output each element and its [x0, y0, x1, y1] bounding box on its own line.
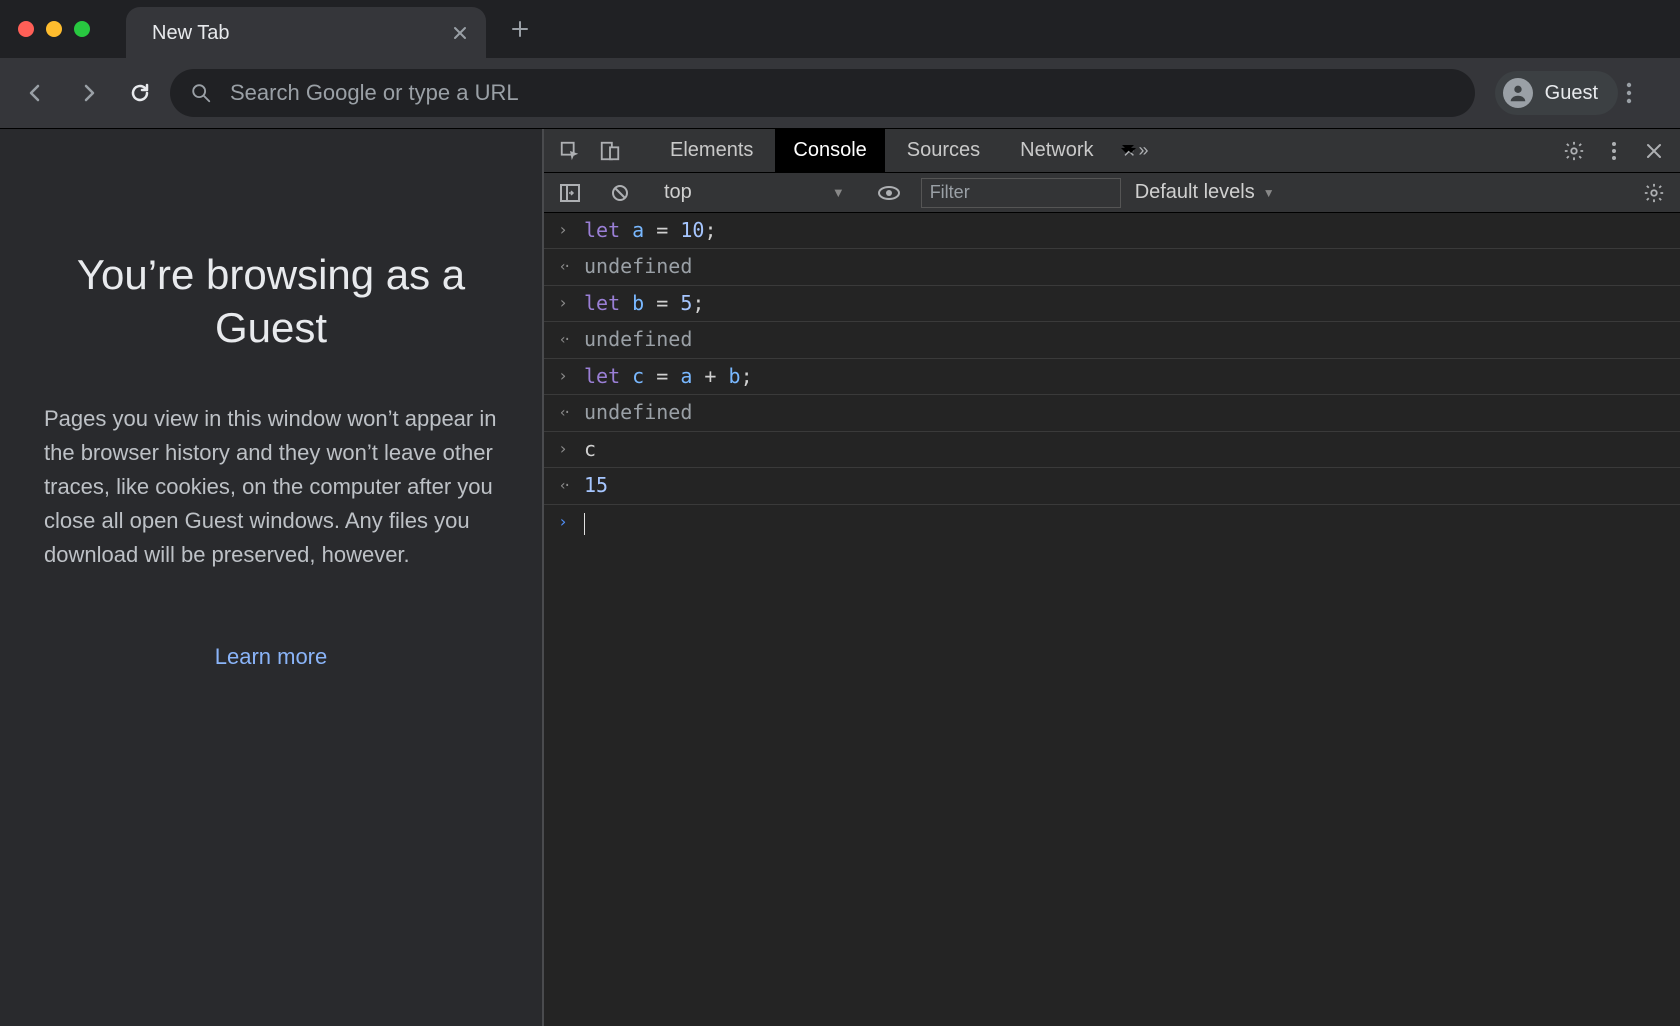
output-arrow-icon [554, 472, 572, 499]
window-controls [18, 21, 90, 37]
devtools-menu-icon[interactable] [1596, 133, 1632, 169]
close-tab-button[interactable] [452, 25, 468, 41]
profile-label: Guest [1545, 82, 1598, 105]
window-titlebar: New Tab [0, 0, 1680, 58]
forward-button[interactable] [66, 71, 110, 115]
output-arrow-icon [554, 253, 572, 280]
browser-toolbar: Guest [0, 58, 1680, 128]
console-input-row: let b = 5; [544, 286, 1680, 322]
close-window-button[interactable] [18, 21, 34, 37]
output-arrow-icon [554, 399, 572, 426]
console-code: let c = a + b; [584, 363, 753, 389]
console-code: c [584, 436, 596, 462]
context-label: top [664, 181, 692, 204]
page-title: You’re browsing as a Guest [44, 249, 498, 354]
reload-button[interactable] [118, 71, 162, 115]
device-toolbar-icon[interactable] [592, 133, 628, 169]
console-sidebar-toggle-icon[interactable] [552, 175, 588, 211]
search-icon [190, 82, 212, 104]
guest-mode-page: You’re browsing as a Guest Pages you vie… [0, 129, 544, 1026]
prompt-arrow-icon [554, 509, 572, 535]
console-filter-input[interactable] [921, 178, 1121, 208]
output-arrow-icon [554, 326, 572, 353]
omnibox-input[interactable] [228, 79, 1455, 107]
console-input-row: c [544, 432, 1680, 468]
learn-more-link[interactable]: Learn more [44, 644, 498, 670]
console-filterbar: top ▼ Default levels ▼ [544, 173, 1680, 213]
console-log-area[interactable]: let a = 10; undefined let b = 5; undefined l… [544, 213, 1680, 1026]
browser-tab[interactable]: New Tab [126, 7, 486, 59]
zoom-window-button[interactable] [74, 21, 90, 37]
console-code: undefined [584, 326, 692, 352]
chevron-down-icon: ▼ [832, 185, 845, 200]
devtools-settings-icon[interactable] [1556, 133, 1592, 169]
avatar-icon [1503, 78, 1533, 108]
tab-network[interactable]: Network [1002, 129, 1111, 172]
log-levels-selector[interactable]: Default levels ▼ [1135, 181, 1275, 204]
tab-elements[interactable]: Elements [652, 129, 771, 172]
console-prompt-row[interactable] [544, 505, 1680, 540]
chevron-down-icon: ▼ [1263, 186, 1275, 200]
page-body: Pages you view in this window won’t appe… [44, 402, 498, 572]
devtools-panel: Elements Console Sources Network » [544, 129, 1680, 1026]
console-input-row: let c = a + b; [544, 359, 1680, 395]
clear-console-icon[interactable] [602, 175, 638, 211]
console-code: undefined [584, 399, 692, 425]
back-button[interactable] [14, 71, 58, 115]
profile-button[interactable]: Guest [1495, 71, 1618, 115]
devtools-tabstrip: Elements Console Sources Network » [544, 129, 1680, 173]
console-prompt-input[interactable] [584, 509, 585, 535]
console-output-row: 15 [544, 468, 1680, 505]
new-tab-button[interactable] [510, 19, 530, 39]
input-arrow-icon [554, 436, 572, 462]
input-arrow-icon [554, 363, 572, 389]
more-tabs-icon[interactable]: » [1116, 133, 1152, 169]
live-expression-icon[interactable] [871, 175, 907, 211]
browser-menu-button[interactable] [1626, 82, 1666, 104]
minimize-window-button[interactable] [46, 21, 62, 37]
levels-label: Default levels [1135, 181, 1255, 204]
tab-title: New Tab [152, 22, 229, 45]
console-settings-icon[interactable] [1636, 175, 1672, 211]
address-bar[interactable] [170, 69, 1475, 117]
console-input-row: let a = 10; [544, 213, 1680, 249]
inspect-element-icon[interactable] [552, 133, 588, 169]
execution-context-selector[interactable]: top ▼ [652, 181, 857, 204]
console-code: undefined [584, 253, 692, 279]
input-arrow-icon [554, 290, 572, 316]
console-output-row: undefined [544, 395, 1680, 432]
tab-console[interactable]: Console [775, 129, 884, 172]
console-code: 15 [584, 472, 608, 498]
devtools-close-icon[interactable] [1636, 133, 1672, 169]
input-arrow-icon [554, 217, 572, 243]
console-output-row: undefined [544, 249, 1680, 286]
console-code: let b = 5; [584, 290, 704, 316]
console-code: let a = 10; [584, 217, 716, 243]
tab-sources[interactable]: Sources [889, 129, 998, 172]
console-output-row: undefined [544, 322, 1680, 359]
content-area: You’re browsing as a Guest Pages you vie… [0, 128, 1680, 1026]
